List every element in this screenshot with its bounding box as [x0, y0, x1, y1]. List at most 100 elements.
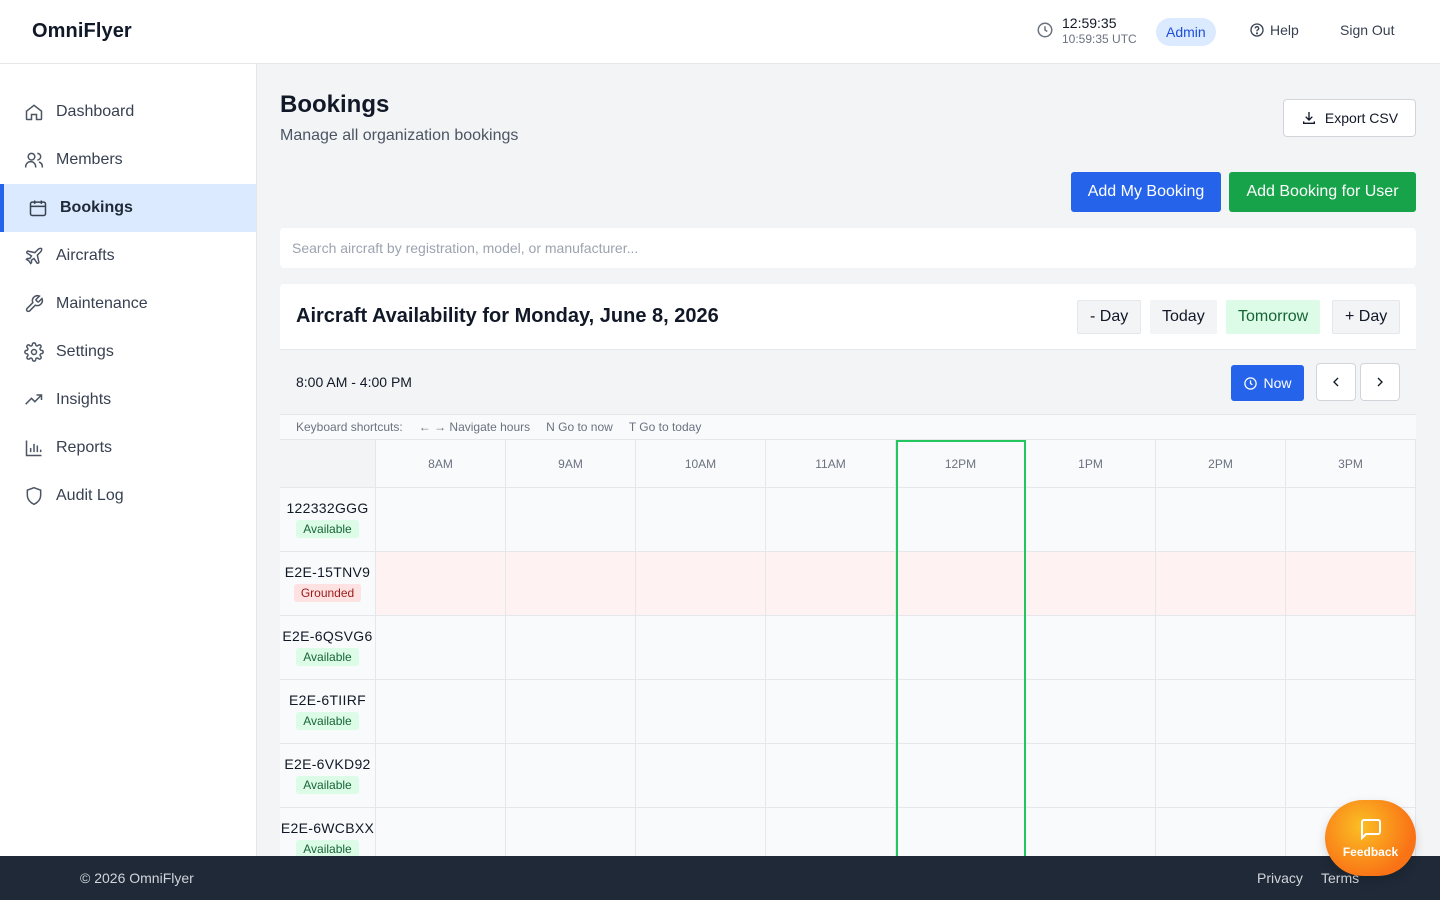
time-slot-cell[interactable] — [766, 616, 896, 679]
aircraft-search-input[interactable] — [280, 228, 1416, 268]
time-slot-cell[interactable] — [1026, 744, 1156, 807]
now-button[interactable]: Now — [1231, 365, 1304, 401]
copyright: © 2026 OmniFlyer — [80, 870, 194, 886]
time-slot-cell[interactable] — [636, 552, 766, 615]
time-slot-cell[interactable] — [896, 552, 1026, 615]
grid-corner — [280, 440, 376, 487]
sidebar-item-audit-log[interactable]: Audit Log — [0, 472, 256, 520]
time-slot-cell[interactable] — [636, 488, 766, 551]
time-slot-cell[interactable] — [506, 552, 636, 615]
tomorrow-button[interactable]: Tomorrow — [1226, 300, 1321, 334]
time-slot-cell[interactable] — [1286, 616, 1416, 679]
aircraft-row: E2E-6QSVG6 Available — [280, 616, 1416, 680]
sidebar-item-members[interactable]: Members — [0, 136, 256, 184]
clock-icon — [1244, 376, 1258, 390]
time-slot-cell[interactable] — [1156, 488, 1286, 551]
add-my-booking-button[interactable]: Add My Booking — [1071, 172, 1221, 212]
time-slot-cell[interactable] — [1026, 488, 1156, 551]
users-icon — [24, 152, 44, 168]
help-link[interactable]: Help — [1249, 22, 1299, 38]
time-slot-cell[interactable] — [1286, 552, 1416, 615]
today-button[interactable]: Today — [1150, 300, 1217, 334]
time-slot-cell[interactable] — [376, 616, 506, 679]
sidebar-item-settings[interactable]: Settings — [0, 328, 256, 376]
brand-logo[interactable]: OmniFlyer — [32, 20, 132, 43]
export-csv-button[interactable]: Export CSV — [1283, 99, 1416, 137]
time-slot-cell[interactable] — [1156, 616, 1286, 679]
time-slot-cell[interactable] — [1026, 680, 1156, 743]
time-slot-cell[interactable] — [1026, 552, 1156, 615]
privacy-link[interactable]: Privacy — [1257, 870, 1303, 886]
time-slot-cell[interactable] — [896, 488, 1026, 551]
aircraft-label[interactable]: E2E-15TNV9 Grounded — [280, 552, 376, 615]
next-hours-button[interactable] — [1360, 363, 1400, 401]
aircraft-label[interactable]: E2E-6VKD92 Available — [280, 744, 376, 807]
time-slot-cell[interactable] — [1026, 616, 1156, 679]
sidebar-item-maintenance[interactable]: Maintenance — [0, 280, 256, 328]
wrench-icon — [25, 294, 44, 313]
time-slot-cell[interactable] — [896, 616, 1026, 679]
time-slot-cell[interactable] — [896, 808, 1026, 856]
time-slot-cell[interactable] — [1156, 744, 1286, 807]
time-slot-cell[interactable] — [1156, 552, 1286, 615]
time-slot-cell[interactable] — [506, 680, 636, 743]
aircraft-label[interactable]: 122332GGG Available — [280, 488, 376, 551]
aircraft-row: E2E-6TIIRF Available — [280, 680, 1416, 744]
help-label: Help — [1270, 22, 1299, 38]
status-badge: Available — [296, 840, 359, 856]
sidebar-item-dashboard[interactable]: Dashboard — [0, 88, 256, 136]
sidebar-item-aircrafts[interactable]: Aircrafts — [0, 232, 256, 280]
aircraft-registration: 122332GGG — [286, 500, 369, 516]
time-slot-cell[interactable] — [636, 680, 766, 743]
time-slot-cell[interactable] — [766, 744, 896, 807]
previous-hours-button[interactable] — [1316, 363, 1356, 401]
shortcuts-label: Keyboard shortcuts: — [296, 420, 403, 434]
time-slot-cell[interactable] — [1156, 808, 1286, 856]
feedback-label: Feedback — [1342, 845, 1399, 859]
aircraft-rows: 122332GGG Available E2E-15TNV9 Grounded E2E-… — [280, 488, 1416, 856]
time-slot-cell[interactable] — [1286, 680, 1416, 743]
sidebar-item-bookings[interactable]: Bookings — [0, 184, 256, 232]
time-slot-cell[interactable] — [636, 616, 766, 679]
time-slot-cell[interactable] — [376, 680, 506, 743]
sidebar: Dashboard Members Bookings Aircrafts Mai… — [0, 64, 257, 856]
time-slot-cell[interactable] — [376, 552, 506, 615]
feedback-button[interactable]: Feedback — [1325, 800, 1416, 876]
clock: 12:59:35 10:59:35 UTC — [1036, 14, 1137, 46]
time-slot-cell[interactable] — [1286, 488, 1416, 551]
next-day-button[interactable]: + Day — [1332, 300, 1401, 334]
time-slot-cell[interactable] — [766, 488, 896, 551]
time-slot-cell[interactable] — [1286, 744, 1416, 807]
sidebar-item-label: Aircrafts — [56, 247, 115, 264]
time-slot-cell[interactable] — [376, 744, 506, 807]
time-slot-cell[interactable] — [376, 488, 506, 551]
sidebar-item-reports[interactable]: Reports — [0, 424, 256, 472]
export-csv-label: Export CSV — [1324, 110, 1399, 126]
time-slot-cell[interactable] — [636, 808, 766, 856]
previous-day-button[interactable]: - Day — [1077, 300, 1142, 334]
aircraft-label[interactable]: E2E-6QSVG6 Available — [280, 616, 376, 679]
status-badge: Available — [296, 776, 359, 794]
sidebar-item-label: Bookings — [60, 199, 133, 216]
time-slot-cell[interactable] — [506, 488, 636, 551]
sidebar-item-insights[interactable]: Insights — [0, 376, 256, 424]
sign-out-button[interactable]: Sign Out — [1340, 22, 1394, 38]
time-slot-cell[interactable] — [506, 744, 636, 807]
aircraft-label[interactable]: E2E-6TIIRF Available — [280, 680, 376, 743]
time-slot-cell[interactable] — [766, 808, 896, 856]
time-slot-cell[interactable] — [506, 808, 636, 856]
time-slot-cell[interactable] — [896, 680, 1026, 743]
bar-chart-icon — [25, 440, 42, 457]
time-slot-cell[interactable] — [636, 744, 766, 807]
time-slot-cell[interactable] — [506, 616, 636, 679]
time-slot-cell[interactable] — [766, 552, 896, 615]
time-slot-cell[interactable] — [376, 808, 506, 856]
add-booking-for-user-button[interactable]: Add Booking for User — [1229, 172, 1416, 212]
time-slot-cell[interactable] — [896, 744, 1026, 807]
time-slot-cell[interactable] — [1026, 808, 1156, 856]
aircraft-label[interactable]: E2E-6WCBXX Available — [280, 808, 376, 856]
time-slot-cell[interactable] — [1156, 680, 1286, 743]
page-subtitle: Manage all organization bookings — [280, 127, 519, 144]
hour-header: 3PM — [1286, 440, 1416, 487]
time-slot-cell[interactable] — [766, 680, 896, 743]
